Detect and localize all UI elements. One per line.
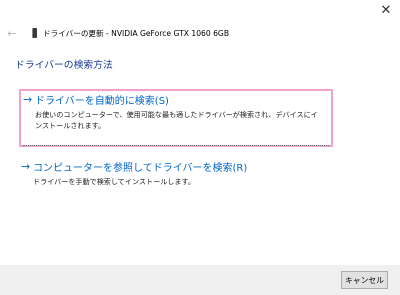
option-description: ドライバーを手動で検索してインストールします。 (33, 177, 195, 186)
focus-indicator (23, 145, 329, 146)
browse-computer-option[interactable]: → コンピューターを参照してドライバーを検索(R) ドライバーを手動で検索してイ… (19, 158, 333, 190)
dialog-footer: キャンセル (0, 265, 400, 295)
dialog-header: ← ドライバーの更新 - NVIDIA GeForce GTX 1060 6GB (4, 26, 370, 40)
close-icon: ✕ (380, 2, 392, 18)
arrow-right-icon: → (21, 160, 31, 173)
option-title: ドライバーを自動的に検索(S) (35, 96, 169, 107)
search-automatically-option[interactable]: → ドライバーを自動的に検索(S) お使いのコンピューターで、使用可能な最も適し… (19, 89, 333, 147)
option-description: お使いのコンピューターで、使用可能な最も適したドライバーが検索され、デバイスにイ… (35, 110, 318, 130)
page-heading: ドライバーの検索方法 (15, 60, 113, 71)
back-button[interactable]: ← (4, 26, 20, 40)
option-title: コンピューターを参照してドライバーを検索(R) (33, 163, 248, 174)
graphics-card-icon (32, 28, 37, 38)
arrow-right-icon: → (23, 93, 33, 106)
close-button[interactable]: ✕ (372, 0, 400, 20)
back-arrow-icon: ← (7, 26, 17, 40)
dialog-title: ドライバーの更新 - NVIDIA GeForce GTX 1060 6GB (43, 28, 230, 38)
cancel-button[interactable]: キャンセル (341, 271, 388, 289)
